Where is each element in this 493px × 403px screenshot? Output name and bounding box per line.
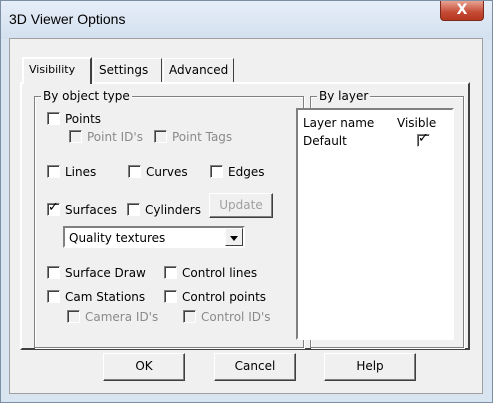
tab-settings[interactable]: Settings [93, 58, 162, 82]
control-lines-checkbox[interactable]: Control lines [164, 266, 257, 280]
checkbox-box [127, 203, 140, 216]
check-icon: ✓ [48, 200, 59, 215]
control-points-checkbox[interactable]: Control points [164, 290, 266, 304]
point-ids-checkbox[interactable]: Point ID's [69, 130, 143, 144]
checkbox-box [164, 266, 177, 279]
surface-draw-label: Surface Draw [65, 266, 146, 280]
cylinders-label: Cylinders [145, 203, 201, 217]
control-ids-label: Control ID's [201, 310, 271, 324]
column-header-layer-name[interactable]: Layer name [303, 116, 374, 130]
control-lines-label: Control lines [182, 266, 258, 280]
layer-name-cell: Default [303, 134, 347, 148]
group-legend-object-type: By object type [41, 89, 132, 103]
curves-label: Curves [146, 165, 188, 179]
checkbox-box [154, 130, 167, 143]
layer-list[interactable]: Layer name Visible Default ✓ [296, 108, 454, 340]
layer-visible-checkbox[interactable]: ✓ [417, 131, 435, 148]
checkbox-box [47, 165, 60, 178]
surfaces-label: Surfaces [65, 203, 117, 217]
lines-label: Lines [65, 165, 97, 179]
control-points-label: Control points [182, 290, 267, 304]
window-title: 3D Viewer Options [9, 11, 126, 27]
checkbox-box [128, 165, 141, 178]
chevron-down-icon[interactable] [225, 228, 243, 246]
camera-ids-checkbox[interactable]: Camera ID's [67, 310, 158, 324]
update-button[interactable]: Update [209, 193, 273, 218]
curves-checkbox[interactable]: Curves [128, 165, 188, 179]
checkbox-box [47, 290, 60, 303]
edges-label: Edges [228, 165, 265, 179]
table-row[interactable]: Default ✓ [300, 132, 450, 150]
control-ids-checkbox[interactable]: Control ID's [183, 310, 271, 324]
checkbox-box: ✓ [47, 200, 60, 216]
checkbox-box [183, 310, 196, 323]
ok-button[interactable]: OK [103, 353, 185, 381]
camera-ids-label: Camera ID's [85, 310, 159, 324]
close-button[interactable]: X [440, 1, 484, 21]
point-tags-label: Point Tags [172, 130, 233, 144]
tab-advanced[interactable]: Advanced [163, 58, 234, 82]
checkbox-box [210, 165, 223, 178]
checkbox-box [47, 112, 60, 125]
cancel-button[interactable]: Cancel [214, 353, 296, 381]
cam-stations-label: Cam Stations [65, 290, 146, 304]
surface-draw-checkbox[interactable]: Surface Draw [47, 266, 146, 280]
title-bar[interactable]: 3D Viewer Options X [1, 1, 492, 39]
points-checkbox[interactable]: Points [47, 112, 101, 126]
help-button[interactable]: Help [324, 353, 416, 381]
texture-quality-select[interactable]: Quality textures [63, 226, 245, 248]
cylinders-checkbox[interactable]: Cylinders [127, 203, 201, 217]
checkbox-box: ✓ [417, 131, 430, 147]
group-legend-layer: By layer [317, 89, 371, 103]
checkbox-box [47, 266, 60, 279]
lines-checkbox[interactable]: Lines [47, 165, 96, 179]
point-ids-label: Point ID's [87, 130, 143, 144]
edges-checkbox[interactable]: Edges [210, 165, 264, 179]
texture-quality-value: Quality textures [69, 231, 166, 245]
cam-stations-checkbox[interactable]: Cam Stations [47, 290, 145, 304]
checkbox-box [67, 310, 80, 323]
point-tags-checkbox[interactable]: Point Tags [154, 130, 232, 144]
column-header-visible[interactable]: Visible [397, 116, 436, 130]
tab-visibility[interactable]: Visibility [22, 57, 92, 84]
checkbox-box [164, 290, 177, 303]
points-label: Points [65, 112, 102, 126]
check-icon: ✓ [418, 131, 429, 146]
checkbox-box [69, 130, 82, 143]
surfaces-checkbox[interactable]: ✓ Surfaces [47, 200, 117, 217]
close-icon: X [456, 2, 468, 18]
